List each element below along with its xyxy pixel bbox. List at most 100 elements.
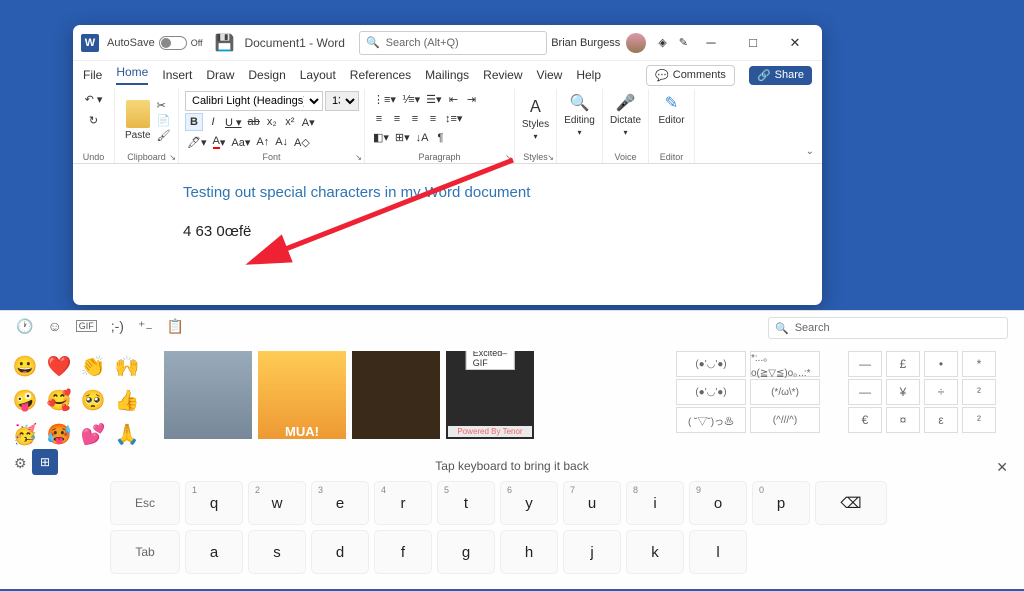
kaomoji-item[interactable]: (●'◡'●) <box>676 351 746 377</box>
menu-file[interactable]: File <box>83 68 102 82</box>
show-marks-button[interactable]: ¶ <box>433 130 449 146</box>
menu-review[interactable]: Review <box>483 68 522 82</box>
paste-button[interactable]: Paste <box>121 98 155 143</box>
key-d[interactable]: d <box>311 530 369 574</box>
key-u[interactable]: 7u <box>563 481 621 525</box>
key-o[interactable]: 9o <box>689 481 747 525</box>
font-name-select[interactable]: Calibri Light (Headings) <box>185 91 323 111</box>
redo-button[interactable]: ↻ <box>86 112 102 129</box>
emoji-item[interactable]: 🥳 <box>10 419 40 449</box>
editing-button[interactable]: 🔍Editing▾ <box>563 91 596 139</box>
format-painter-button[interactable]: 🖌 <box>157 129 171 142</box>
dictate-button[interactable]: 🎤Dictate▾ <box>609 91 642 139</box>
ribbon-collapse-button[interactable]: ⌄ <box>806 146 814 157</box>
menu-draw[interactable]: Draw <box>206 68 234 82</box>
change-case-button[interactable]: Aa▾ <box>229 134 252 151</box>
tab-emoji-icon[interactable]: ☺ <box>47 318 61 334</box>
key-w[interactable]: 2w <box>248 481 306 525</box>
emoji-item[interactable]: ❤️ <box>44 351 74 381</box>
tab-clipboard-icon[interactable]: 📋 <box>167 318 184 335</box>
kaomoji-item[interactable]: (^///^) <box>750 407 820 433</box>
undo-button[interactable]: ↶ ▾ <box>83 91 105 108</box>
clear-format-button[interactable]: A◇ <box>292 134 312 151</box>
autosave-toggle[interactable]: AutoSave Off <box>107 36 203 50</box>
paragraph-launcher[interactable]: ↘ <box>505 153 512 162</box>
copy-button[interactable]: 📄 <box>157 114 171 127</box>
symbol-item[interactable]: ² <box>962 379 996 405</box>
styles-launcher[interactable]: ↘ <box>547 153 554 162</box>
editor-button[interactable]: ✎Editor <box>655 91 688 128</box>
symbol-item[interactable]: ¤ <box>886 407 920 433</box>
key-t[interactable]: 5t <box>437 481 495 525</box>
font-color-button[interactable]: A▾ <box>211 133 228 151</box>
emoji-search-input[interactable]: 🔍 Search <box>768 317 1008 339</box>
document-body[interactable]: 4 63 0œfë <box>183 223 712 240</box>
decrease-indent-button[interactable]: ⇤ <box>446 91 462 108</box>
symbol-item[interactable]: — <box>848 351 882 377</box>
emoji-item[interactable]: 🤪 <box>10 385 40 415</box>
shrink-font-button[interactable]: A↓ <box>273 134 290 150</box>
avatar[interactable] <box>626 33 646 53</box>
text-effects-button[interactable]: A▾ <box>300 114 317 131</box>
kaomoji-item[interactable]: (*/ω\*) <box>750 379 820 405</box>
symbol-item[interactable]: ¥ <box>886 379 920 405</box>
keyboard-close-button[interactable]: ✕ <box>996 459 1008 476</box>
menu-view[interactable]: View <box>537 68 563 82</box>
menu-layout[interactable]: Layout <box>300 68 336 82</box>
key-i[interactable]: 8i <box>626 481 684 525</box>
emoji-item[interactable]: 🥺 <box>78 385 108 415</box>
tab-kaomoji-icon[interactable]: ;-) <box>111 318 124 334</box>
superscript-button[interactable]: x² <box>282 114 298 130</box>
symbol-item[interactable]: € <box>848 407 882 433</box>
symbol-item[interactable]: — <box>848 379 882 405</box>
bullets-button[interactable]: ⋮≡▾ <box>371 91 398 108</box>
symbol-item[interactable]: ε <box>924 407 958 433</box>
maximize-button[interactable]: □ <box>734 29 772 57</box>
emoji-item[interactable]: 👍 <box>112 385 142 415</box>
numbering-button[interactable]: ⅟≡▾ <box>400 91 422 108</box>
save-icon[interactable]: 💾 <box>215 33 235 53</box>
menu-references[interactable]: References <box>350 68 411 82</box>
bold-button[interactable]: B <box>185 113 203 131</box>
symbol-item[interactable]: ² <box>962 407 996 433</box>
menu-mailings[interactable]: Mailings <box>425 68 469 82</box>
key-s[interactable]: s <box>248 530 306 574</box>
gif-card[interactable] <box>164 351 252 439</box>
key-f[interactable]: f <box>374 530 432 574</box>
emoji-item[interactable]: 👏 <box>78 351 108 381</box>
gif-card[interactable]: MUA! <box>258 351 346 439</box>
symbol-item[interactable]: • <box>924 351 958 377</box>
gif-card[interactable] <box>352 351 440 439</box>
key-h[interactable]: h <box>500 530 558 574</box>
grow-font-button[interactable]: A↑ <box>254 134 271 150</box>
align-left-button[interactable]: ≡ <box>371 111 387 127</box>
close-button[interactable]: ✕ <box>776 29 814 57</box>
borders-button[interactable]: ⊞▾ <box>393 129 412 146</box>
key-esc[interactable]: Esc <box>110 481 180 525</box>
font-launcher[interactable]: ↘ <box>355 153 362 162</box>
highlight-button[interactable]: 🖊▾ <box>185 134 209 151</box>
kaomoji-item[interactable]: ( ˘▽˘)っ♨ <box>676 407 746 433</box>
line-spacing-button[interactable]: ↕≡▾ <box>443 110 464 127</box>
key-y[interactable]: 6y <box>500 481 558 525</box>
key-g[interactable]: g <box>437 530 495 574</box>
document-area[interactable]: Testing out special characters in my Wor… <box>73 164 822 299</box>
multilevel-button[interactable]: ☰▾ <box>424 91 443 108</box>
emoji-item[interactable]: 😀 <box>10 351 40 381</box>
kaomoji-item[interactable]: *:..｡o(≧▽≦)o｡..:* <box>750 351 820 377</box>
justify-button[interactable]: ≡ <box>425 111 441 127</box>
sort-button[interactable]: ↓A <box>414 130 431 146</box>
emoji-item[interactable]: 🙏 <box>112 419 142 449</box>
styles-button[interactable]: ＡStyles▾ <box>521 91 550 143</box>
diamond-icon[interactable]: ◈ <box>658 36 666 49</box>
symbol-item[interactable]: ÷ <box>924 379 958 405</box>
emoji-item[interactable]: 🥰 <box>44 385 74 415</box>
cut-button[interactable]: ✂ <box>157 99 171 112</box>
key-j[interactable]: j <box>563 530 621 574</box>
tab-symbols-icon[interactable]: ⁺₋ <box>138 318 153 335</box>
tab-clock-icon[interactable]: 🕐 <box>16 318 33 335</box>
symbol-item[interactable]: * <box>962 351 996 377</box>
emoji-item[interactable]: 🙌 <box>112 351 142 381</box>
menu-help[interactable]: Help <box>576 68 601 82</box>
align-right-button[interactable]: ≡ <box>407 111 423 127</box>
